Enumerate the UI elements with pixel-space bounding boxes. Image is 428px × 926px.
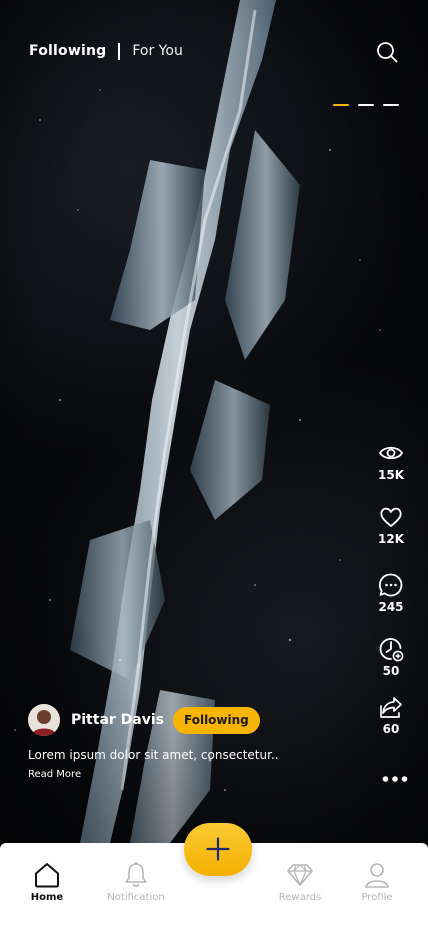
- progress-segment-active: [333, 104, 349, 106]
- plus-icon: [206, 837, 230, 861]
- nav-home[interactable]: Home: [12, 861, 82, 903]
- comment-action[interactable]: 245: [370, 572, 412, 614]
- post-author: Pittar Davis Following: [28, 704, 260, 736]
- diamond-icon: [287, 864, 313, 886]
- more-options-icon[interactable]: [382, 769, 408, 782]
- home-icon: [35, 863, 59, 888]
- heart-icon: [380, 507, 402, 527]
- tab-separator: [118, 42, 121, 60]
- watch-later-action[interactable]: 50: [370, 636, 412, 678]
- comments-count: 245: [378, 600, 404, 614]
- create-post-button[interactable]: [184, 823, 252, 876]
- like-action[interactable]: 12K: [370, 504, 412, 546]
- user-icon: [365, 863, 389, 888]
- eye-icon: [378, 446, 404, 460]
- clock-add-icon: [379, 638, 404, 662]
- read-more-link[interactable]: Read More: [28, 769, 81, 780]
- nav-rewards[interactable]: Rewards: [265, 861, 335, 903]
- progress-segment: [358, 104, 374, 106]
- nav-profile[interactable]: Profile: [342, 861, 412, 903]
- story-progress: [333, 104, 399, 106]
- bell-icon: [125, 862, 147, 887]
- views-count: 15K: [378, 468, 404, 482]
- following-button[interactable]: Following: [173, 706, 260, 734]
- likes-count: 12K: [378, 532, 404, 546]
- tab-following[interactable]: Following: [29, 43, 106, 59]
- tab-for-you[interactable]: For You: [132, 43, 182, 59]
- post-caption: Lorem ipsum dolor sit amet, consectetur.…: [28, 748, 279, 762]
- saves-count: 50: [382, 664, 400, 678]
- nav-notification-label: Notification: [107, 892, 165, 903]
- progress-segment: [383, 104, 399, 106]
- nav-home-label: Home: [30, 892, 64, 903]
- feed-screen: Following For You 15K 12K 245 50 60 Pitt…: [0, 0, 428, 926]
- feed-tabs: Following For You: [29, 40, 183, 62]
- share-action[interactable]: 60: [370, 694, 412, 736]
- views-action[interactable]: 15K: [370, 440, 412, 482]
- avatar[interactable]: [28, 704, 60, 736]
- nav-profile-label: Profile: [361, 892, 393, 903]
- nav-notification[interactable]: Notification: [101, 861, 171, 903]
- comment-icon: [378, 573, 403, 597]
- share-icon: [380, 697, 402, 718]
- author-name[interactable]: Pittar Davis: [71, 712, 164, 728]
- search-icon[interactable]: [376, 41, 398, 63]
- shares-count: 60: [382, 722, 400, 736]
- nav-rewards-label: Rewards: [278, 892, 322, 903]
